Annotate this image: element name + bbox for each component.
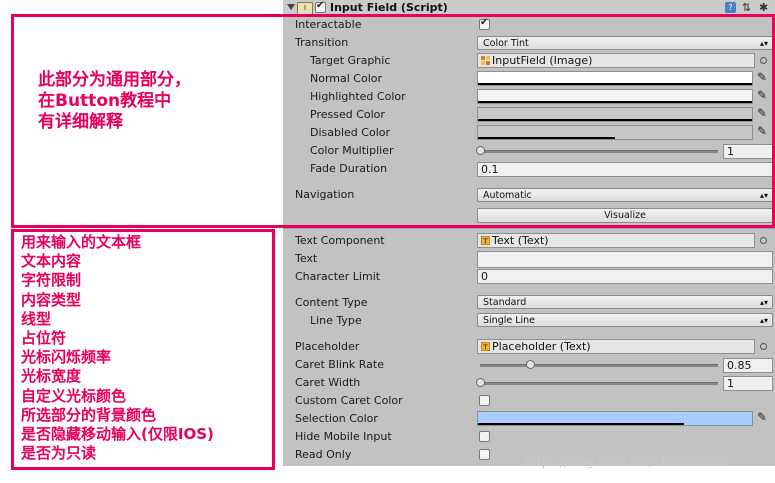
caret-width-label: Caret Width xyxy=(295,376,361,389)
annotation-line: 在Button教程中 xyxy=(38,91,172,111)
component-title: Input Field (Script) xyxy=(330,1,448,14)
gear-icon[interactable]: ✱ xyxy=(759,1,768,15)
component-enabled-checkbox[interactable] xyxy=(315,0,326,13)
text-component-label: Text Component xyxy=(295,234,385,247)
line-type-value: Single Line xyxy=(483,315,536,326)
eyedropper-icon[interactable]: ✎ xyxy=(757,410,771,425)
character-limit-input[interactable]: 0 xyxy=(477,269,773,284)
watermark: https://blog.csdn.net/ChinarCSDN xyxy=(525,455,727,469)
annotation-line: 占位符 xyxy=(21,329,67,348)
custom-caret-color-label: Custom Caret Color xyxy=(295,394,403,407)
annotation-line: 线型 xyxy=(21,309,52,328)
annotation-line: 是否为只读 xyxy=(21,444,97,463)
selection-color-label: Selection Color xyxy=(295,412,378,425)
text-asset-icon: T xyxy=(481,236,490,245)
hide-mobile-input-label: Hide Mobile Input xyxy=(295,430,392,443)
section-divider xyxy=(283,228,775,229)
annotation-line: 是否隐藏移动输入(仅限IOS) xyxy=(21,425,214,444)
placeholder-value: Placeholder (Text) xyxy=(492,340,591,353)
slider-thumb[interactable] xyxy=(476,378,485,387)
dropdown-arrow-icon: ▴▾ xyxy=(759,298,768,307)
caret-blink-rate-input[interactable]: 0.85 xyxy=(723,358,773,373)
slider-thumb[interactable] xyxy=(525,360,535,369)
annotation-line: 有详细解释 xyxy=(38,112,123,132)
text-label: Text xyxy=(295,252,318,265)
read-only-label: Read Only xyxy=(295,448,352,461)
annotation-line: 所选部分的背景颜色 xyxy=(21,405,157,424)
annotation-line: 用来输入的文本框 xyxy=(21,233,142,251)
content-type-value: Standard xyxy=(483,297,527,308)
line-type-label: Line Type xyxy=(310,314,362,327)
read-only-checkbox[interactable] xyxy=(479,449,490,460)
annotation-line: 内容类型 xyxy=(21,290,82,309)
svg-text:T: T xyxy=(482,344,488,352)
annotation-line: 光标宽度 xyxy=(21,367,82,386)
text-input[interactable] xyxy=(477,251,773,268)
annotation-line: 文本内容 xyxy=(21,252,82,271)
selection-color-swatch[interactable] xyxy=(477,411,753,426)
content-type-label: Content Type xyxy=(295,296,368,309)
foldout-arrow-icon[interactable] xyxy=(287,4,295,10)
line-type-dropdown[interactable]: Single Line ▴▾ xyxy=(477,313,773,327)
object-picker-icon[interactable] xyxy=(760,343,767,350)
caret-blink-rate-slider[interactable] xyxy=(480,364,718,367)
caret-width-input[interactable]: 1 xyxy=(723,376,773,391)
custom-caret-color-checkbox[interactable] xyxy=(479,395,490,406)
placeholder-field[interactable]: T Placeholder (Text) xyxy=(477,339,755,354)
annotation-line: 自定义光标颜色 xyxy=(21,386,127,405)
help-icon[interactable]: ? xyxy=(725,2,736,13)
character-limit-label: Character Limit xyxy=(295,270,381,283)
text-component-value: Text (Text) xyxy=(492,234,549,247)
dropdown-arrow-icon: ▴▾ xyxy=(759,316,768,325)
object-picker-icon[interactable] xyxy=(760,237,767,244)
annotation-fields-text: 用来输入的文本框 文本内容 字符限制 内容类型 线型 占位符 光标闪烁频率 光标… xyxy=(21,233,214,463)
annotation-line: 光标闪烁频率 xyxy=(21,348,112,367)
preset-icon[interactable]: ⇅ xyxy=(742,1,751,15)
annotation-line: 此部分为通用部分， xyxy=(38,70,191,90)
content-type-dropdown[interactable]: Standard ▴▾ xyxy=(477,295,773,309)
text-component-field[interactable]: T Text (Text) xyxy=(477,233,755,248)
annotation-common-text: 此部分为通用部分， 在Button教程中 有详细解释 xyxy=(38,70,191,133)
placeholder-label: Placeholder xyxy=(295,340,360,353)
hide-mobile-input-checkbox[interactable] xyxy=(479,431,490,442)
svg-text:T: T xyxy=(482,238,488,246)
caret-width-slider[interactable] xyxy=(480,382,718,385)
text-asset-icon: T xyxy=(481,342,490,351)
annotation-line: 字符限制 xyxy=(21,271,82,290)
caret-blink-rate-label: Caret Blink Rate xyxy=(295,358,384,371)
alpha-bar xyxy=(478,423,684,425)
